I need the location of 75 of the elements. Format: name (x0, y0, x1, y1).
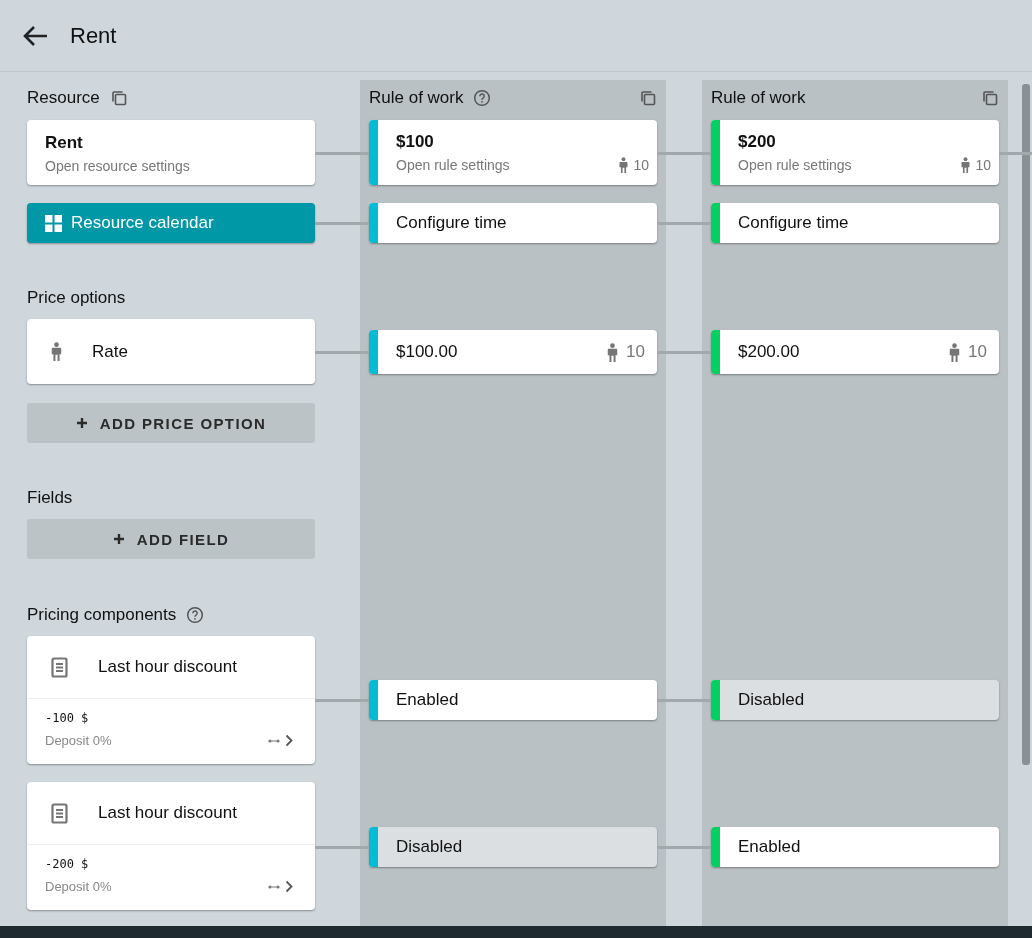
chevron-right-icon[interactable] (285, 734, 293, 747)
dots-icon (268, 883, 280, 890)
connector-line (315, 222, 369, 225)
help-icon[interactable] (186, 606, 205, 624)
section-title: Resource (27, 88, 100, 108)
chevron-right-icon[interactable] (285, 880, 293, 893)
price-option-name: Rate (92, 341, 128, 362)
capacity-count: 10 (626, 342, 645, 362)
person-icon (949, 342, 961, 362)
person-icon (961, 157, 971, 173)
price-option-card[interactable]: Rate (27, 319, 315, 384)
deposit-label: Deposit 0% (45, 879, 112, 894)
help-icon[interactable] (473, 89, 492, 107)
rule-subtitle: Open rule settings (396, 157, 510, 173)
scrollbar-thumb[interactable] (1022, 84, 1030, 765)
column-title: Rule of work (369, 88, 464, 108)
connector-line (657, 846, 711, 849)
person-icon (619, 157, 629, 173)
rule-card[interactable]: $200 Open rule settings 10 (711, 120, 999, 185)
connector-line (315, 151, 369, 155)
component-toggle-card[interactable]: Enabled (369, 680, 657, 720)
configure-time-card[interactable]: Configure time (711, 203, 999, 243)
back-arrow-icon[interactable] (22, 24, 48, 47)
connector-line (315, 846, 369, 849)
connector-line (657, 151, 711, 155)
copy-icon[interactable] (639, 89, 657, 107)
card-subtitle: Open resource settings (45, 158, 191, 174)
plus-icon (75, 417, 88, 429)
grid-icon (45, 214, 62, 232)
configure-time-card[interactable]: Configure time (369, 203, 657, 243)
component-toggle-card[interactable]: Disabled (369, 827, 657, 867)
rule-price-card[interactable]: $100.00 10 (369, 330, 657, 374)
price-value: $200.00 (738, 342, 800, 362)
card-title: Rent (45, 133, 84, 153)
capacity-count: 10 (633, 157, 649, 173)
section-title: Fields (27, 488, 73, 508)
rule-subtitle: Open rule settings (738, 157, 852, 173)
resource-card[interactable]: Rent Open resource settings (27, 120, 315, 185)
column-title: Rule of work (711, 88, 806, 108)
rule-price: $200 (738, 132, 777, 152)
document-icon (51, 802, 68, 824)
section-title: Price options (27, 288, 126, 308)
price-value: $100.00 (396, 342, 458, 362)
resource-calendar-button[interactable]: Resource calendar (27, 203, 315, 243)
pricing-component-card[interactable]: Last hour discount -200 $ Deposit 0% (27, 782, 315, 910)
component-name: Last hour discount (98, 657, 237, 677)
capacity-count: 10 (968, 342, 987, 362)
component-name: Last hour discount (98, 803, 237, 823)
dots-icon (268, 737, 280, 744)
document-icon (51, 656, 68, 678)
section-title: Pricing components (27, 605, 177, 625)
copy-icon[interactable] (981, 89, 999, 107)
deposit-label: Deposit 0% (45, 733, 112, 748)
rule-card[interactable]: $100 Open rule settings 10 (369, 120, 657, 185)
connector-line (999, 151, 1032, 155)
connector-line (315, 351, 369, 354)
pricing-component-card[interactable]: Last hour discount -100 $ Deposit 0% (27, 636, 315, 764)
rule-price: $100 (396, 132, 435, 152)
connector-line (657, 222, 711, 225)
person-icon (607, 342, 619, 362)
component-toggle-card[interactable]: Enabled (711, 827, 999, 867)
add-field-button[interactable]: ADD FIELD (27, 519, 315, 559)
component-toggle-card[interactable]: Disabled (711, 680, 999, 720)
page-title: Rent (70, 22, 117, 49)
rule-price-card[interactable]: $200.00 10 (711, 330, 999, 374)
plus-icon (112, 533, 125, 545)
component-amount: -100 $ (45, 711, 90, 725)
connector-line (657, 351, 711, 354)
connector-line (657, 699, 711, 702)
add-price-option-button[interactable]: ADD PRICE OPTION (27, 403, 315, 443)
person-icon (51, 342, 62, 361)
copy-icon[interactable] (109, 89, 128, 107)
connector-line (315, 699, 369, 702)
capacity-count: 10 (975, 157, 991, 173)
component-amount: -200 $ (45, 857, 90, 871)
